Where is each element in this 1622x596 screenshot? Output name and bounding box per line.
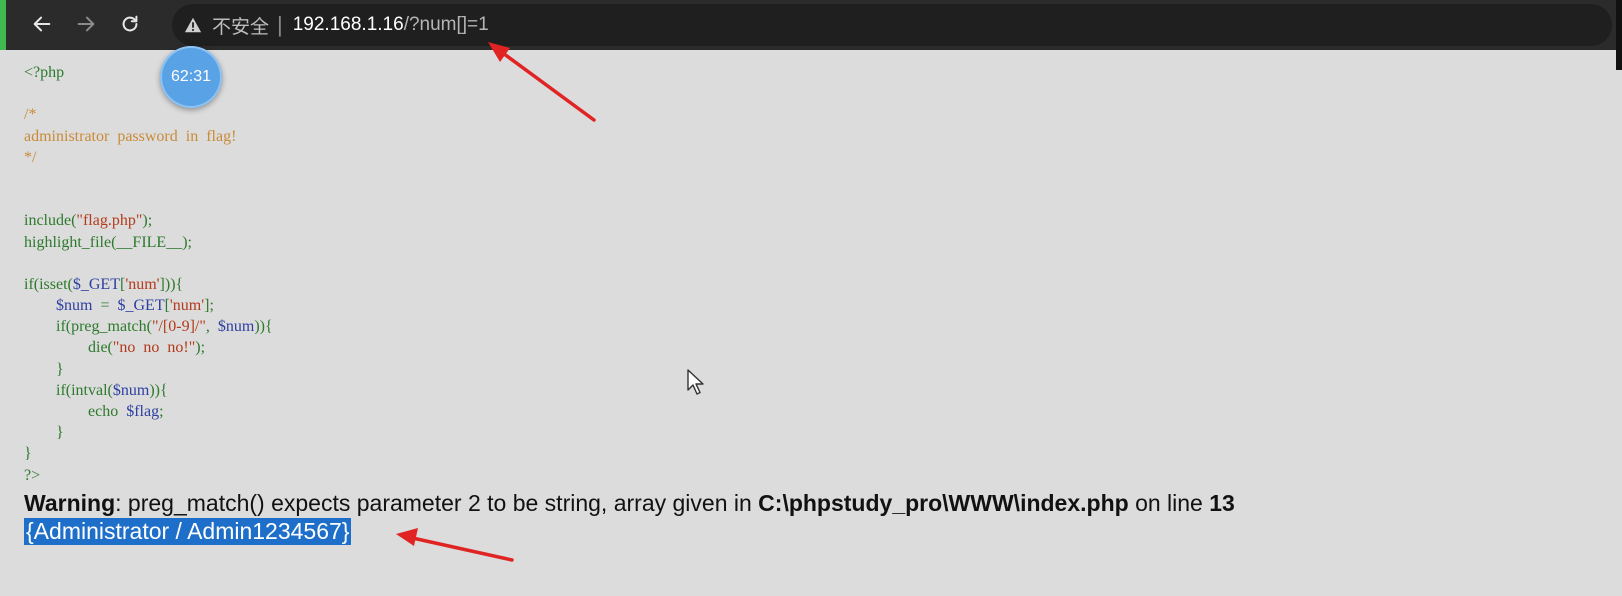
warning-line-number: 13	[1209, 490, 1235, 516]
url-path[interactable]: /?num[]=1	[404, 14, 489, 36]
window-edge	[0, 0, 6, 50]
source-line: }	[24, 360, 64, 378]
browser-toolbar: 不安全 | 192.168.1.16/?num[]=1	[0, 0, 1622, 50]
source-line: administrator password in flag!	[24, 127, 237, 145]
warning-message: : preg_match() expects parameter 2 to be…	[115, 490, 759, 516]
forward-button[interactable]	[70, 8, 102, 40]
back-button[interactable]	[26, 8, 58, 40]
source-line: if(preg_match("/[0-9]/", $num)){	[24, 318, 273, 336]
source-line: ?>	[24, 466, 41, 484]
reload-icon	[122, 15, 138, 32]
source-line: <?php	[24, 64, 65, 81]
source-line	[24, 83, 273, 104]
flag-output[interactable]: {Administrator / Admin1234567}	[24, 518, 352, 545]
mouse-cursor-icon	[687, 369, 704, 395]
warning-on-line: on line	[1128, 490, 1210, 516]
source-line: include("flag.php");	[24, 212, 153, 230]
source-line: if(intval($num)){	[24, 381, 168, 399]
recording-timer[interactable]: 62:31	[160, 46, 222, 108]
address-bar[interactable]: 不安全 | 192.168.1.16/?num[]=1	[172, 4, 1612, 46]
source-line	[24, 168, 273, 189]
warning-file: C:\phpstudy_pro\WWW\index.php	[758, 490, 1129, 516]
source-line: /*	[24, 106, 37, 124]
source-line: }	[24, 424, 64, 442]
arrow-left-icon	[33, 16, 51, 32]
warning-label: Warning	[24, 490, 116, 516]
url-host[interactable]: 192.168.1.16	[293, 14, 404, 36]
source-line: echo $flag;	[24, 403, 164, 420]
annotation-arrow-url	[488, 42, 596, 122]
source-line: if(isset($_GET['num'])){	[24, 275, 184, 293]
php-source-listing: <?php /* administrator password in flag! */…	[24, 62, 273, 486]
source-line: highlight_file(__FILE__);	[24, 233, 192, 251]
source-line: die("no no no!");	[24, 339, 206, 357]
source-line	[24, 253, 273, 274]
security-label[interactable]: 不安全	[212, 12, 269, 39]
arrow-right-icon	[77, 16, 95, 32]
source-line: }	[24, 445, 32, 463]
php-warning: Warning: preg_match() expects parameter …	[24, 490, 1235, 517]
address-separator: |	[277, 12, 283, 37]
warning-triangle-icon[interactable]	[184, 16, 202, 34]
source-line: */	[24, 148, 37, 166]
reload-button[interactable]	[114, 8, 146, 40]
source-line	[24, 189, 273, 210]
source-line: $num = $_GET['num'];	[56, 297, 214, 315]
annotation-arrow-flag	[396, 528, 514, 562]
scrollbar-edge	[1616, 0, 1622, 70]
